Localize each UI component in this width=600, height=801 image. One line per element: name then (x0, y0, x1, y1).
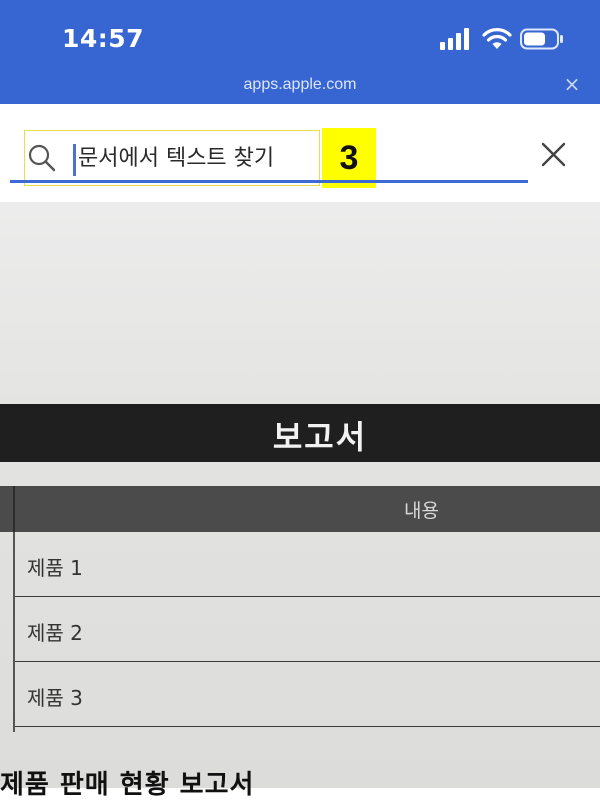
annotation-number-badge: 3 (322, 128, 376, 188)
text-caret (73, 144, 76, 176)
table-row: 제품 3 (15, 662, 600, 727)
row-label: 제품 1 (27, 556, 83, 580)
table-row: 제품 2 (15, 597, 600, 662)
row-label: 제품 3 (27, 686, 83, 710)
column-header-content: 내용 (404, 500, 439, 522)
status-time: 14:57 (62, 24, 145, 53)
signal-icon (440, 28, 469, 50)
document-title: 보고서 (272, 418, 368, 456)
close-icon[interactable] (540, 140, 568, 170)
battery-icon (520, 28, 563, 50)
title-band: 보고서 (0, 404, 600, 462)
find-bar: 3 (0, 104, 600, 202)
search-icon (28, 144, 56, 172)
row-label: 제품 2 (27, 621, 83, 645)
document-photo: 보고서 내용 제품 1 제품 2 제품 3 (0, 202, 600, 788)
search-input[interactable] (78, 140, 318, 176)
document-subheading: 제품 판매 현황 보고서 (0, 770, 255, 800)
status-bar: 14:57 apps.apple.com × (0, 0, 600, 104)
table-header: 내용 (0, 486, 600, 532)
header-divider (13, 486, 15, 532)
wifi-icon (482, 28, 512, 49)
close-icon[interactable]: × (562, 74, 582, 94)
search-underline (10, 180, 528, 183)
table-row: 제품 1 (15, 532, 600, 597)
url-label[interactable]: apps.apple.com (0, 76, 600, 94)
